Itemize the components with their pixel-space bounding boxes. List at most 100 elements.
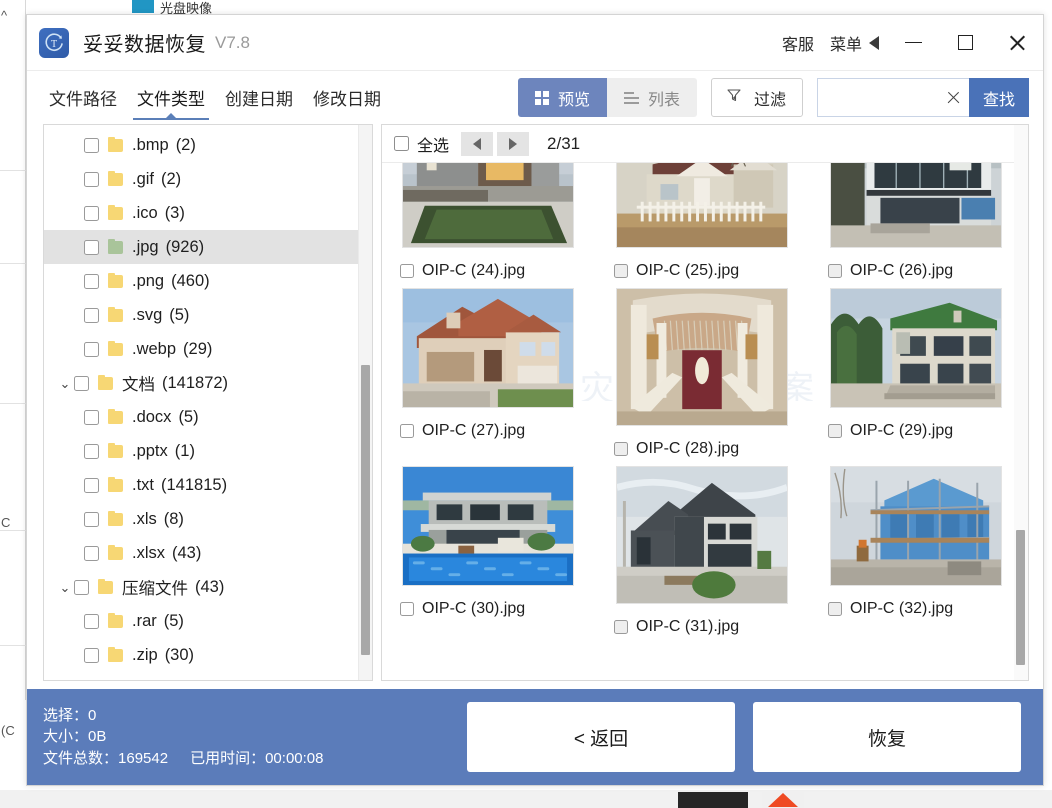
thumbnail-image[interactable] xyxy=(830,466,1002,586)
tree-item-checkbox[interactable] xyxy=(84,341,99,357)
tree-item-checkbox[interactable] xyxy=(84,545,99,561)
filter-button[interactable]: 过滤 xyxy=(710,78,803,117)
thumbnail-caption[interactable]: OIP-C (32).jpg xyxy=(822,592,953,626)
tree-item-压缩文件[interactable]: ⌄ 压缩文件 (43) xyxy=(44,570,358,604)
tab-modify-date[interactable]: 修改日期 xyxy=(307,71,387,124)
tree-item-checkbox[interactable] xyxy=(84,137,99,153)
thumbnail-image[interactable] xyxy=(402,288,574,408)
tree-item-checkbox[interactable] xyxy=(84,307,99,323)
search-input[interactable] xyxy=(827,89,946,106)
tree-item-png[interactable]: .png (460) xyxy=(44,264,358,298)
select-all-box-icon xyxy=(394,136,409,151)
thumbnail-image[interactable] xyxy=(616,163,788,248)
back-button[interactable]: < 返回 xyxy=(467,702,735,772)
folder-icon xyxy=(108,613,124,628)
thumbnail-caption[interactable]: OIP-C (25).jpg xyxy=(608,254,739,288)
thumbnail-cell[interactable]: OIP-C (30).jpg xyxy=(394,466,582,644)
tree-item-checkbox[interactable] xyxy=(84,409,99,425)
view-mode-preview-button[interactable]: 预览 xyxy=(517,78,607,117)
tree-item-webp[interactable]: .webp (29) xyxy=(44,332,358,366)
tree-item-checkbox[interactable] xyxy=(74,579,89,595)
tree-item-checkbox[interactable] xyxy=(84,443,99,459)
thumbnail-image[interactable] xyxy=(830,163,1002,248)
tree-item-svg[interactable]: .svg (5) xyxy=(44,298,358,332)
tree-item-xlsx[interactable]: .xlsx (43) xyxy=(44,536,358,570)
total-files-value: 169542 xyxy=(118,749,169,767)
thumbnail-checkbox[interactable] xyxy=(828,424,842,438)
previous-page-button[interactable] xyxy=(461,131,494,156)
thumbnail-image[interactable] xyxy=(402,466,574,586)
thumbnail-caption[interactable]: OIP-C (31).jpg xyxy=(608,610,739,644)
tree-item-xls[interactable]: .xls (8) xyxy=(44,502,358,536)
tree-item-checkbox[interactable] xyxy=(84,477,99,493)
thumbnail-checkbox[interactable] xyxy=(828,602,842,616)
thumbnail-checkbox[interactable] xyxy=(614,442,628,456)
thumbnail-checkbox[interactable] xyxy=(614,620,628,634)
chevron-down-icon[interactable]: ⌄ xyxy=(56,377,74,390)
thumbnail-caption[interactable]: OIP-C (26).jpg xyxy=(822,254,953,288)
tree-item-checkbox[interactable] xyxy=(84,613,99,629)
chevron-down-icon[interactable]: ⌄ xyxy=(56,581,74,594)
thumbnail-caption[interactable]: OIP-C (29).jpg xyxy=(822,414,953,448)
tree-item-checkbox[interactable] xyxy=(84,647,99,663)
tree-item-checkbox[interactable] xyxy=(74,375,89,391)
category-tabs: 文件路径 文件类型 创建日期 修改日期 xyxy=(43,71,387,124)
thumbnail-cell[interactable]: OIP-C (31).jpg xyxy=(608,466,796,644)
tree-item-文档[interactable]: ⌄ 文档 (141872) xyxy=(44,366,358,400)
tree-item-ico[interactable]: .ico (3) xyxy=(44,196,358,230)
thumbnail-caption[interactable]: OIP-C (28).jpg xyxy=(608,432,739,466)
tree-item-zip[interactable]: .zip (30) xyxy=(44,638,358,672)
thumbnail-caption[interactable]: OIP-C (30).jpg xyxy=(394,592,525,626)
next-page-button[interactable] xyxy=(497,131,530,156)
tree-item-bmp[interactable]: .bmp (2) xyxy=(44,128,358,162)
thumbnail-image[interactable] xyxy=(830,288,1002,408)
tree-item-checkbox[interactable] xyxy=(84,205,99,221)
thumbnail-checkbox[interactable] xyxy=(828,264,842,278)
minimize-button[interactable] xyxy=(887,15,939,70)
tab-file-type[interactable]: 文件类型 xyxy=(131,71,211,124)
close-button[interactable] xyxy=(991,15,1043,70)
tab-create-date[interactable]: 创建日期 xyxy=(219,71,299,124)
menu-button[interactable]: 菜单 xyxy=(822,27,887,59)
preview-scrollbar-thumb[interactable] xyxy=(1016,530,1025,665)
tree-scrollbar[interactable] xyxy=(358,125,372,680)
tree-item-checkbox[interactable] xyxy=(84,171,99,187)
thumbnail-cell[interactable]: OIP-C (27).jpg xyxy=(394,288,582,466)
tree-item-label: .txt xyxy=(132,475,155,494)
select-all-checkbox[interactable]: 全选 xyxy=(394,132,449,156)
thumbnail-checkbox[interactable] xyxy=(614,264,628,278)
thumbnail-cell[interactable]: OIP-C (25).jpg xyxy=(608,163,796,288)
thumbnail-checkbox[interactable] xyxy=(400,602,414,616)
tree-item-checkbox[interactable] xyxy=(84,239,99,255)
thumbnail-cell[interactable]: OIP-C (24).jpg xyxy=(394,163,582,288)
tree-item-pptx[interactable]: .pptx (1) xyxy=(44,434,358,468)
tree-scrollbar-thumb[interactable] xyxy=(361,365,370,655)
thumbnail-cell[interactable]: OIP-C (28).jpg xyxy=(608,288,796,466)
preview-scrollbar[interactable] xyxy=(1014,125,1028,680)
thumbnail-cell[interactable]: OIP-C (29).jpg xyxy=(822,288,1010,466)
tab-file-path[interactable]: 文件路径 xyxy=(43,71,123,124)
clear-x-icon[interactable] xyxy=(946,90,961,105)
thumbnail-cell[interactable]: OIP-C (32).jpg xyxy=(822,466,1010,644)
view-mode-list-button[interactable]: 列表 xyxy=(606,78,697,117)
thumbnail-cell[interactable]: OIP-C (26).jpg xyxy=(822,163,1010,288)
recover-button[interactable]: 恢复 xyxy=(753,702,1021,772)
tree-item-txt[interactable]: .txt (141815) xyxy=(44,468,358,502)
tree-item-checkbox[interactable] xyxy=(84,273,99,289)
thumbnail-image[interactable] xyxy=(402,163,574,248)
tree-item-docx[interactable]: .docx (5) xyxy=(44,400,358,434)
thumbnail-caption[interactable]: OIP-C (27).jpg xyxy=(394,414,525,448)
thumbnail-checkbox[interactable] xyxy=(400,424,414,438)
tree-item-jpg[interactable]: .jpg (926) xyxy=(44,230,358,264)
thumbnail-image[interactable] xyxy=(616,466,788,604)
search-button[interactable]: 查找 xyxy=(968,78,1029,117)
customer-support-link[interactable]: 客服 xyxy=(774,27,822,59)
tree-item-rar[interactable]: .rar (5) xyxy=(44,604,358,638)
tree-item-checkbox[interactable] xyxy=(84,511,99,527)
thumbnail-image[interactable] xyxy=(616,288,788,426)
thumbnail-caption[interactable]: OIP-C (24).jpg xyxy=(394,254,525,288)
thumbnail-checkbox[interactable] xyxy=(400,264,414,278)
tab-label: 修改日期 xyxy=(313,90,381,109)
tree-item-gif[interactable]: .gif (2) xyxy=(44,162,358,196)
maximize-button[interactable] xyxy=(939,15,991,70)
